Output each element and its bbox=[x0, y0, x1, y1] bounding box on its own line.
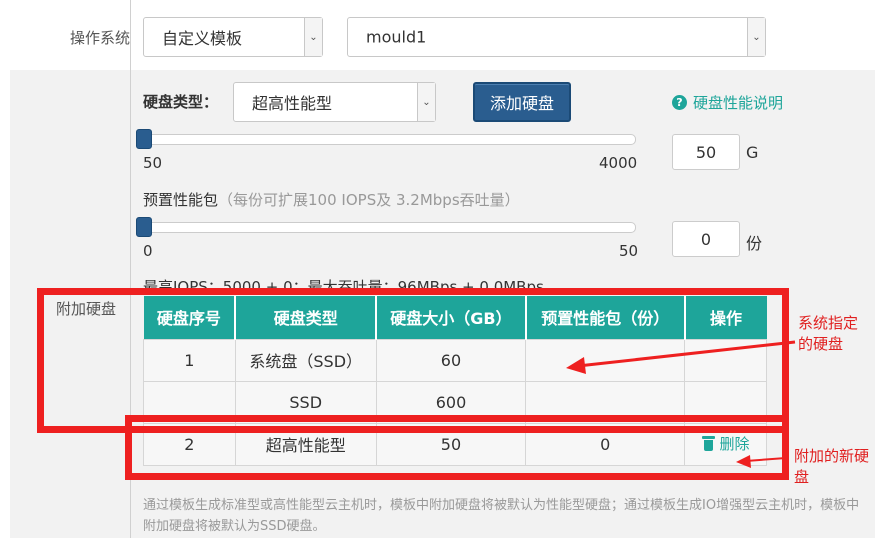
annotation-new-disk: 附加的新硬盘 bbox=[794, 447, 870, 486]
arrow-line bbox=[745, 457, 787, 462]
annotation-arrows bbox=[566, 340, 796, 468]
annotation-system-disk: 系统指定的硬盘 bbox=[798, 314, 859, 353]
footer-note: 通过模板生成标准型或高性能型云主机时，模板中附加硬盘将被默认为性能型硬盘；通过模… bbox=[143, 498, 860, 534]
arrow-head bbox=[566, 357, 586, 374]
arrow-line bbox=[577, 340, 796, 368]
arrow-head bbox=[736, 455, 751, 468]
